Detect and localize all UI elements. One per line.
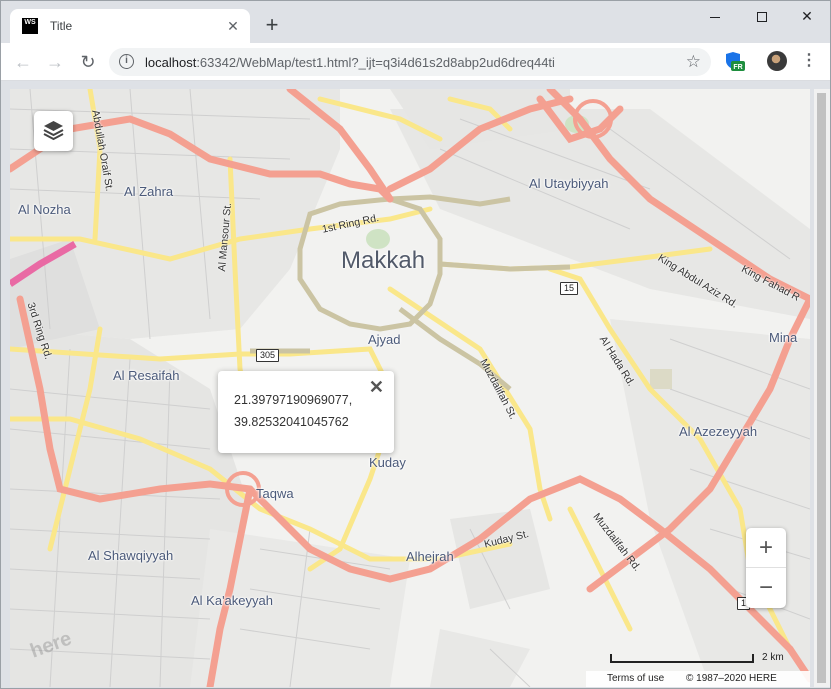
place-label-taqwa: Taqwa [256, 486, 294, 501]
place-label-al-resaifah: Al Resaifah [113, 368, 180, 383]
webstorm-favicon-icon: WS [22, 18, 38, 34]
address-bar[interactable]: i localhost:63342/WebMap/test1.html?_ijt… [109, 48, 711, 76]
map-attribution: Terms of use © 1987–2020 HERE [586, 671, 810, 687]
bookmark-star-icon[interactable]: ☆ [686, 52, 701, 72]
place-label-kuday: Kuday [369, 455, 406, 470]
place-label-alhejrah: Alhejrah [406, 549, 454, 564]
url-text[interactable]: localhost:63342/WebMap/test1.html?_ijt=q… [145, 55, 555, 70]
popup-close-icon[interactable]: ✕ [369, 377, 384, 398]
page-scrollbar[interactable] [814, 89, 830, 687]
popup-coordinates: 21.39797190969077, 39.82532041045762 [234, 389, 352, 433]
title-bar: WS Title ✕ + ✕ [1, 1, 830, 43]
tab-title: Title [50, 19, 73, 33]
browser-toolbar: ← → ↻ i localhost:63342/WebMap/test1.htm… [1, 43, 830, 81]
new-tab-icon[interactable]: + [260, 13, 284, 37]
menu-kebab-icon[interactable]: ⋮ [801, 51, 817, 71]
map-canvas[interactable] [10, 89, 810, 687]
terms-of-use-link[interactable]: Terms of use [607, 671, 664, 687]
map-viewport[interactable]: Makkah Al Zahra Al Nozha Al Utaybiyyah A… [10, 89, 810, 687]
place-label-al-azezeyyah: Al Azezeyyah [679, 424, 758, 439]
scale-label: 2 km [762, 652, 784, 663]
layers-button[interactable] [34, 111, 73, 151]
profile-avatar[interactable] [767, 51, 787, 71]
extension-shield-icon[interactable]: FR [725, 51, 745, 73]
coordinate-popup: 21.39797190969077, 39.82532041045762 ✕ [218, 371, 394, 453]
reload-icon[interactable]: ↻ [76, 50, 100, 74]
svg-text:FR: FR [733, 64, 742, 71]
scrollbar-thumb[interactable] [817, 93, 826, 683]
road-shield-15: 15 [560, 282, 579, 295]
place-label-ajyad: Ajyad [368, 332, 401, 347]
scale-bar [610, 654, 754, 663]
place-label-makkah: Makkah [341, 247, 426, 274]
zoom-out-button[interactable]: − [746, 568, 786, 608]
road-shield-305: 305 [256, 349, 280, 362]
browser-tab[interactable]: WS Title ✕ [10, 9, 250, 43]
zoom-in-button[interactable]: + [746, 528, 786, 568]
place-label-al-zahra: Al Zahra [124, 184, 174, 199]
place-label-al-utaybiyyah: Al Utaybiyyah [529, 176, 609, 191]
maximize-button[interactable] [739, 1, 785, 31]
popup-latitude: 21.39797190969077, [234, 393, 353, 407]
place-label-al-kaakeyyah: Al Ka'akeyyah [191, 593, 273, 608]
copyright-text: © 1987–2020 HERE [686, 673, 777, 684]
place-label-al-shawqiyyah: Al Shawqiyyah [88, 548, 174, 563]
forward-arrow-icon[interactable]: → [43, 50, 67, 74]
close-window-button[interactable]: ✕ [784, 1, 830, 31]
place-label-mina: Mina [769, 330, 798, 345]
popup-longitude: 39.82532041045762 [234, 415, 349, 429]
minimize-button[interactable] [692, 1, 738, 31]
info-icon[interactable]: i [119, 54, 134, 69]
place-label-al-nozha: Al Nozha [18, 202, 71, 217]
layers-icon [43, 121, 64, 141]
tab-close-icon[interactable]: ✕ [224, 17, 242, 35]
browser-window: WS Title ✕ + ✕ ← → ↻ i localhost:63342/W… [0, 0, 831, 689]
zoom-control: + − [746, 528, 786, 608]
back-arrow-icon[interactable]: ← [11, 50, 35, 74]
